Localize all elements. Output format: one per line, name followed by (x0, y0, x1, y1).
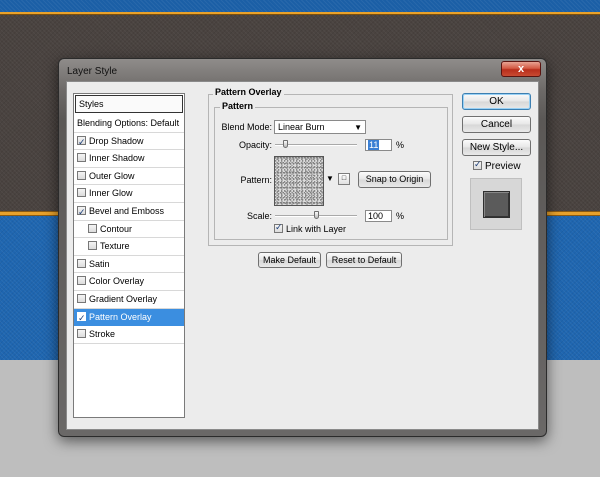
snap-to-origin-button[interactable]: Snap to Origin (358, 171, 431, 188)
ok-button[interactable]: OK (462, 93, 531, 110)
style-item-checkbox[interactable] (77, 293, 86, 303)
style-item-label: Stroke (89, 329, 116, 340)
scale-percent-sign: % (396, 211, 405, 221)
style-item-checkbox[interactable] (77, 134, 86, 151)
layer-style-dialog: Layer Style x Styles Blending Options: D… (58, 58, 547, 437)
style-item-checkbox[interactable] (77, 276, 86, 286)
style-item[interactable]: Drop Shadow (74, 133, 184, 151)
style-item[interactable]: Pattern Overlay (74, 308, 184, 327)
opacity-label: Opacity: (238, 140, 272, 150)
preview-check-icon (473, 159, 482, 170)
style-item-checkbox[interactable] (88, 223, 97, 233)
new-style-button[interactable]: New Style... (462, 139, 531, 156)
styles-header[interactable]: Styles (75, 95, 183, 113)
style-item-checkbox[interactable] (88, 241, 97, 251)
window-title: Layer Style (67, 66, 118, 77)
style-item-label: Inner Shadow (89, 153, 145, 164)
style-item[interactable]: Blending Options: Default (74, 115, 184, 133)
dialog-client-area: Styles Blending Options: Default Drop Sha… (66, 81, 539, 430)
style-item[interactable]: Outer Glow (74, 168, 184, 186)
style-item[interactable]: Texture (74, 238, 184, 256)
style-item[interactable]: Inner Shadow (74, 150, 184, 168)
opacity-input[interactable]: 11 (365, 139, 392, 151)
style-item-label: Inner Glow (89, 188, 133, 199)
link-with-layer-label: Link with Layer (286, 224, 347, 234)
scale-slider-thumb[interactable] (313, 211, 319, 219)
style-preview-thumbnail (470, 178, 522, 230)
blend-mode-value: Linear Burn (278, 122, 325, 132)
opacity-value: 11 (368, 140, 380, 150)
style-item[interactable]: Gradient Overlay (74, 291, 184, 309)
close-icon: x (517, 63, 525, 75)
style-item-label: Gradient Overlay (89, 293, 158, 304)
style-item-label: Color Overlay (89, 276, 145, 287)
style-item-label: Contour (100, 223, 133, 234)
pattern-swatch[interactable] (274, 156, 324, 206)
style-item-checkbox[interactable] (77, 153, 86, 163)
style-item-label: Texture (100, 241, 130, 252)
preview-checkbox[interactable]: Preview (473, 159, 521, 172)
scale-label: Scale: (246, 211, 272, 221)
style-item[interactable]: Bevel and Emboss (74, 203, 184, 221)
blend-mode-select[interactable]: Linear Burn ▼ (274, 120, 366, 134)
style-item[interactable]: Color Overlay (74, 273, 184, 291)
style-item-checkbox[interactable] (77, 170, 86, 180)
style-item[interactable]: Stroke (74, 326, 184, 344)
style-item[interactable]: Inner Glow (74, 185, 184, 203)
scale-value: 100 (368, 211, 384, 221)
link-with-layer-check-icon (274, 222, 283, 233)
style-item-label: Drop Shadow (89, 135, 144, 146)
pattern-label: Pattern: (240, 175, 272, 185)
pattern-overlay-title: Pattern Overlay (213, 87, 284, 97)
style-item-label: Bevel and Emboss (89, 205, 165, 216)
style-item-checkbox[interactable] (77, 310, 86, 327)
opacity-percent-sign: % (396, 140, 405, 150)
styles-list: Styles Blending Options: Default Drop Sha… (73, 93, 185, 418)
style-item-checkbox[interactable] (77, 329, 86, 339)
preview-swatch (483, 191, 510, 218)
style-item-checkbox[interactable] (77, 204, 86, 221)
link-with-layer-checkbox[interactable]: Link with Layer (274, 222, 347, 234)
cancel-button[interactable]: Cancel (462, 116, 531, 133)
style-item-label: Satin (89, 258, 110, 269)
new-preset-icon[interactable]: □ (338, 173, 350, 185)
style-item[interactable]: Satin (74, 256, 184, 274)
style-item-label: Pattern Overlay (89, 311, 152, 322)
style-item-checkbox[interactable] (77, 188, 86, 198)
style-item-checkbox[interactable] (77, 258, 86, 268)
close-button[interactable]: x (501, 61, 541, 77)
scale-input[interactable]: 100 (365, 210, 392, 222)
make-default-button[interactable]: Make Default (258, 252, 321, 268)
style-item-label: Blending Options: Default (77, 118, 180, 128)
preview-label: Preview (485, 161, 521, 172)
triangle-right-icon[interactable]: ▼ (326, 174, 334, 183)
blend-mode-label: Blend Mode: (221, 122, 272, 132)
chevron-down-icon: ▼ (354, 123, 362, 132)
style-item-label: Outer Glow (89, 170, 135, 181)
style-item[interactable]: Contour (74, 221, 184, 239)
reset-to-default-button[interactable]: Reset to Default (326, 252, 402, 268)
canvas-orange-stitch-top (0, 12, 600, 15)
pattern-group-title: Pattern (220, 101, 256, 111)
